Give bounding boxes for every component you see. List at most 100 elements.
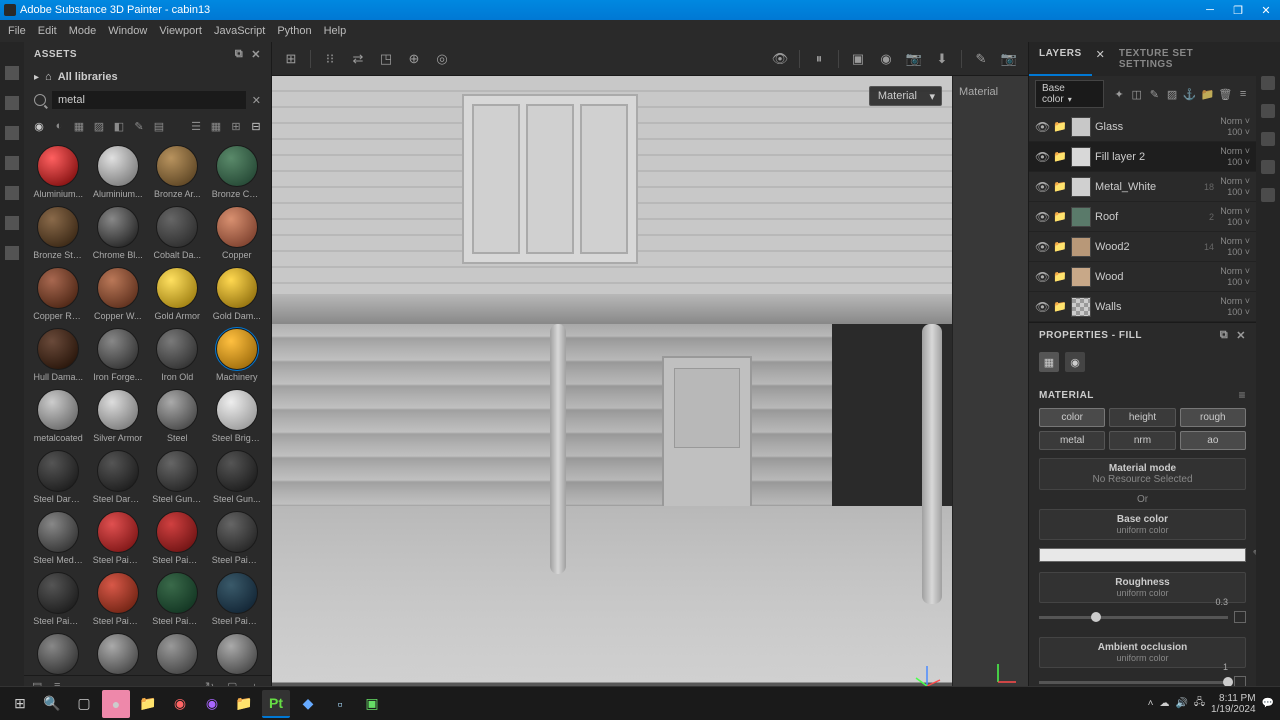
rtool-1-icon[interactable] xyxy=(1261,76,1275,90)
menu-file[interactable]: File xyxy=(8,25,26,37)
asset-item[interactable]: Steel Paint... xyxy=(30,631,87,675)
taskbar-app-5[interactable]: 📁 xyxy=(230,690,258,718)
layer-folder-icon[interactable]: 📁 xyxy=(1201,86,1215,102)
asset-item[interactable]: Steel Dark ... xyxy=(90,448,147,506)
layer-visibility-icon[interactable]: 👁 xyxy=(1035,210,1049,224)
section-menu-icon[interactable]: ≡ xyxy=(1238,388,1246,402)
asset-item[interactable]: Hull Dama... xyxy=(30,326,87,384)
channel-color[interactable]: color xyxy=(1039,408,1105,427)
layer-more-icon[interactable]: ≡ xyxy=(1236,86,1250,102)
tray-notifications-icon[interactable]: 💬 xyxy=(1262,698,1274,709)
channel-rough[interactable]: rough xyxy=(1180,408,1246,427)
asset-item[interactable]: Machinery xyxy=(209,326,266,384)
asset-item[interactable]: Steel Brigh... xyxy=(209,387,266,445)
layer-folder-icon[interactable]: 📁 xyxy=(1053,240,1067,254)
clear-search-icon[interactable]: ✕ xyxy=(252,94,261,107)
layer-opacity[interactable]: 100 ˅ xyxy=(1227,247,1250,257)
layer-folder-icon[interactable]: 📁 xyxy=(1053,300,1067,314)
layer-folder-icon[interactable]: 📁 xyxy=(1053,120,1067,134)
asset-item[interactable]: Bronze Co... xyxy=(209,143,266,201)
tray-chevron-icon[interactable]: ˄ xyxy=(1148,698,1154,709)
layer-visibility-icon[interactable]: 👁 xyxy=(1035,270,1049,284)
layer-blend[interactable]: Norm ˅ xyxy=(1220,206,1250,216)
asset-item[interactable]: Iron Forge... xyxy=(90,326,147,384)
filter-all-icon[interactable]: ◉ xyxy=(30,117,48,135)
layer-folder-icon[interactable]: 📁 xyxy=(1053,180,1067,194)
layer-visibility-icon[interactable]: 👁 xyxy=(1035,120,1049,134)
asset-item[interactable]: Silver Armor xyxy=(90,387,147,445)
rtool-3-icon[interactable] xyxy=(1261,132,1275,146)
tool-polyfill-icon[interactable] xyxy=(5,156,19,170)
taskbar-app-6[interactable]: ◆ xyxy=(294,690,322,718)
maximize-button[interactable]: ❐ xyxy=(1228,4,1248,17)
asset-item[interactable]: Steel xyxy=(149,387,206,445)
viewport-3d[interactable]: Material xyxy=(272,76,952,698)
layer-folder-icon[interactable]: 📁 xyxy=(1053,270,1067,284)
asset-item[interactable]: Gold Dam... xyxy=(209,265,266,323)
tool-paint-icon[interactable] xyxy=(5,66,19,80)
props-tab-fill[interactable]: ▦ xyxy=(1039,352,1059,372)
asset-item[interactable]: Steel Paint... xyxy=(90,570,147,628)
view-list-icon[interactable]: ☰ xyxy=(187,117,205,135)
task-view-button[interactable]: ▢ xyxy=(70,690,98,718)
close-button[interactable]: ✕ xyxy=(1256,4,1276,17)
rtool-4-icon[interactable] xyxy=(1261,160,1275,174)
layer-visibility-icon[interactable]: 👁 xyxy=(1035,300,1049,314)
asset-item[interactable]: Bronze Ar... xyxy=(149,143,206,201)
tool-smudge-icon[interactable] xyxy=(5,186,19,200)
layer-name[interactable]: Wood xyxy=(1095,271,1216,283)
layer-mask-icon[interactable]: ◫ xyxy=(1130,86,1144,102)
layer-row[interactable]: 👁 📁 Fill layer 2 Norm ˅100 ˅ xyxy=(1029,142,1256,172)
asset-item[interactable]: Cobalt Da... xyxy=(149,204,206,262)
layer-name[interactable]: Walls xyxy=(1095,301,1216,313)
layer-blend[interactable]: Norm ˅ xyxy=(1220,236,1250,246)
camera-icon[interactable]: 📷 xyxy=(901,46,927,72)
filter-brush-icon[interactable]: ✎ xyxy=(130,117,148,135)
layer-row[interactable]: 👁 📁 Glass Norm ˅100 ˅ xyxy=(1029,112,1256,142)
chevron-right-icon[interactable]: ▸ xyxy=(34,72,39,83)
render-icon[interactable]: ▣ xyxy=(845,46,871,72)
tray-volume-icon[interactable]: 🔊 xyxy=(1175,698,1187,709)
layer-row[interactable]: 👁 📁 Wood Norm ˅100 ˅ xyxy=(1029,262,1256,292)
view-small-icon[interactable]: ▦ xyxy=(207,117,225,135)
layer-fill-icon[interactable]: ▨ xyxy=(1165,86,1179,102)
ao-slider[interactable] xyxy=(1039,681,1228,684)
asset-item[interactable]: Steel Dark ... xyxy=(30,448,87,506)
channel-metal[interactable]: metal xyxy=(1039,431,1105,450)
tab-layers[interactable]: LAYERS xyxy=(1029,42,1092,76)
brush-icon[interactable]: ✎ xyxy=(968,46,994,72)
asset-item[interactable]: Copper W... xyxy=(90,265,147,323)
tab-texture-set[interactable]: TEXTURE SET SETTINGS xyxy=(1109,42,1256,76)
viewport-shader-dropdown[interactable]: Material xyxy=(869,86,942,106)
layer-blend[interactable]: Norm ˅ xyxy=(1220,176,1250,186)
asset-item[interactable]: metalcoated xyxy=(30,387,87,445)
asset-item[interactable]: Steel Paint... xyxy=(30,570,87,628)
axis-gizmo-3d[interactable] xyxy=(912,658,942,688)
search-input[interactable] xyxy=(52,91,246,109)
layer-anchor-icon[interactable]: ⚓ xyxy=(1183,86,1197,102)
layer-visibility-icon[interactable]: 👁 xyxy=(1035,180,1049,194)
taskbar-app-painter[interactable]: Pt xyxy=(262,690,290,718)
layer-blend[interactable]: Norm ˅ xyxy=(1220,266,1250,276)
layer-delete-icon[interactable]: 🗑 xyxy=(1218,86,1232,102)
channel-nrm[interactable]: nrm xyxy=(1109,431,1175,450)
tool-material-icon[interactable] xyxy=(5,246,19,260)
layer-row[interactable]: 👁 📁 Wood2 14 Norm ˅100 ˅ xyxy=(1029,232,1256,262)
asset-item[interactable]: Steel Medi... xyxy=(30,509,87,567)
view-grid-icon[interactable]: ⊟ xyxy=(247,117,265,135)
layer-effect-icon[interactable]: ✦ xyxy=(1112,86,1126,102)
channel-height[interactable]: height xyxy=(1109,408,1175,427)
material-mode-value[interactable]: No Resource Selected xyxy=(1044,474,1241,485)
layer-blend[interactable]: Norm ˅ xyxy=(1220,146,1250,156)
blend-mode-select[interactable]: Base color xyxy=(1035,80,1104,108)
tool-clone-icon[interactable] xyxy=(5,216,19,230)
layer-row[interactable]: 👁 📁 Walls Norm ˅100 ˅ xyxy=(1029,292,1256,322)
asset-item[interactable]: Bronze Sta... xyxy=(30,204,87,262)
asset-item[interactable]: Steel Painted xyxy=(90,509,147,567)
channel-ao[interactable]: ao xyxy=(1180,431,1246,450)
filter-filter-icon[interactable]: ▤ xyxy=(150,117,168,135)
taskbar-app-7[interactable]: ▫ xyxy=(326,690,354,718)
filter-smart-icon[interactable]: ▦ xyxy=(70,117,88,135)
layer-blend[interactable]: Norm ˅ xyxy=(1220,116,1250,126)
panel-popout-icon[interactable]: ⧉ xyxy=(235,48,243,61)
